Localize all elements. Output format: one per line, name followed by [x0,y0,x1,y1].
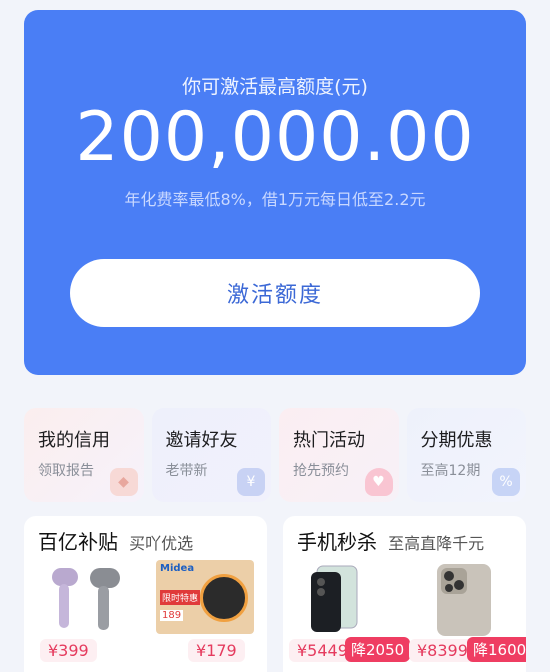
percent-icon: % [492,468,520,496]
limit-amount: 200,000.00 [75,98,475,177]
flip-phone-image [311,565,358,632]
promo-subsidy[interactable]: 百亿补贴 买吖优选 ¥399 Midea 限时特惠 189 ¥179 [24,516,267,672]
activate-limit-button[interactable]: 激活额度 [70,259,480,327]
card-title: 我的信用 [38,430,110,451]
promo-header: 百亿补贴 买吖优选 [38,526,193,555]
box-brand: Midea [160,563,195,574]
decorative-icon: ◆ [109,468,138,496]
discount-badge: 降2050 [345,637,411,662]
card-installment-offers[interactable]: 分期优惠 至高12期 % [406,408,526,502]
card-title: 邀请好友 [165,430,238,451]
promo-title: 百亿补贴 [38,530,118,554]
discount-badge: 降1600 [467,637,526,662]
card-my-credit[interactable]: 我的信用 领取报告 ◆ [24,408,144,502]
promo-tag: 至高直降千元 [388,534,485,553]
promo-phone-flash-sale[interactable]: 手机秒杀 至高直降千元 ¥5449 降2050 ¥8399 降1600 [283,516,526,672]
credit-limit-panel: 你可激活最高额度(元) 200,000.00 年化费率最低8%，借1万元每日低至… [24,10,526,375]
product-hair-dryer[interactable]: ¥399 [32,558,142,672]
hair-dryer-image [52,568,120,630]
yen-icon: ¥ [237,468,265,496]
product-price: ¥8399 [409,639,476,662]
product-price: ¥179 [188,639,245,662]
card-title: 热门活动 [293,430,365,451]
quick-cards: 我的信用 领取报告 ◆ 邀请好友 老带新 ¥ 热门活动 抢先预约 ♥ 分期优惠 … [24,408,526,502]
promo-title: 手机秒杀 [297,530,377,554]
product-induction-cooker[interactable]: Midea 限时特惠 189 ¥179 [148,558,258,672]
product-price: ¥399 [40,639,97,662]
box-promo: 限时特惠 [160,590,201,605]
card-invite-friends[interactable]: 邀请好友 老带新 ¥ [151,408,271,502]
product-flip-phone[interactable]: ¥5449 降2050 [287,558,411,672]
promo-header: 手机秒杀 至高直降千元 [297,526,484,555]
rate-info: 年化费率最低8%，借1万元每日低至2.2元 [124,190,426,209]
cooker-plate [200,574,248,622]
card-title: 分期优惠 [420,430,493,451]
limit-title: 你可激活最高额度(元) [182,76,368,98]
box-price: 189 [160,610,184,621]
promo-tag: 买吖优选 [129,534,194,553]
heart-icon: ♥ [364,468,393,496]
iphone-image [437,564,491,636]
card-hot-events[interactable]: 热门活动 抢先预约 ♥ [279,408,399,502]
cooker-box-image: Midea 限时特惠 189 [156,560,254,634]
product-iphone[interactable]: ¥8399 降1600 [409,558,526,672]
